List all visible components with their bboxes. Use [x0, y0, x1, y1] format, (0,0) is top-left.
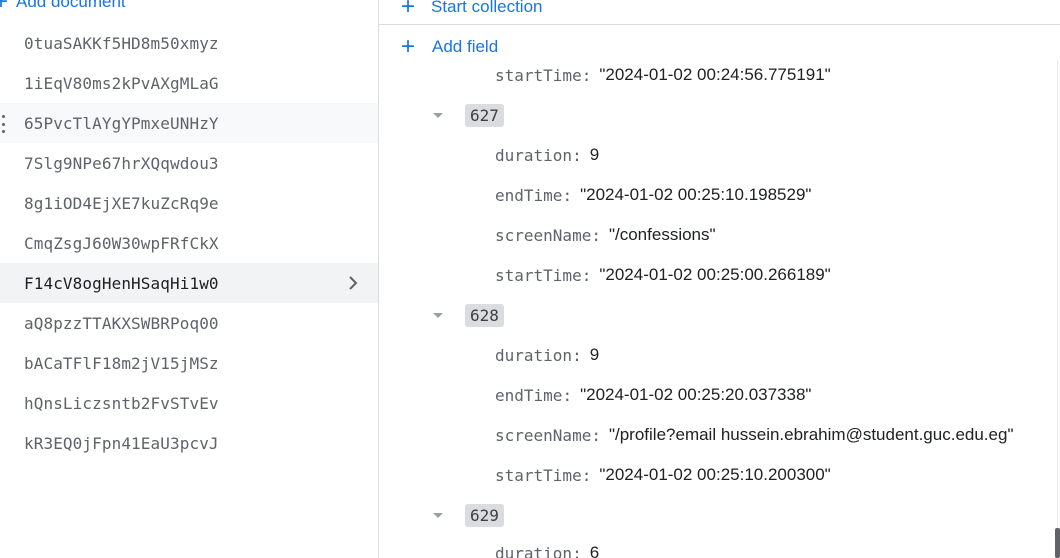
document-item-selected[interactable]: F14cV8ogHenHSaqHi1w0 — [0, 263, 378, 303]
document-id: 1iEqV80ms2kPvAXgMLaG — [24, 73, 219, 93]
document-item[interactable]: 7Slg9NPe67hrXQqwdou3 — [0, 143, 378, 183]
document-item[interactable]: 1iEqV80ms2kPvAXgMLaG — [0, 63, 378, 103]
start-collection-button[interactable]: + Start collection — [379, 0, 1060, 25]
document-item[interactable]: 8g1iOD4EjXE7kuZcRq9e — [0, 183, 378, 223]
field-key: screenName — [495, 225, 592, 245]
chevron-right-icon — [349, 276, 358, 290]
caret-down-icon[interactable] — [431, 510, 445, 520]
field-row[interactable]: startTime : "2024-01-02 00:24:56.775191" — [495, 63, 831, 87]
map-key-badge: 627 — [465, 103, 504, 127]
field-key: duration — [495, 543, 573, 558]
field-value: "2024-01-02 00:25:10.200300" — [599, 465, 831, 484]
field-key: duration — [495, 345, 573, 365]
document-id: 7Slg9NPe67hrXQqwdou3 — [24, 153, 219, 173]
field-value: 9 — [589, 145, 600, 164]
field-value: 9 — [589, 345, 600, 364]
document-item[interactable]: bACaTFlF18m2jV15jMSz — [0, 343, 378, 383]
map-group-629[interactable]: 629 — [431, 502, 504, 528]
document-item[interactable]: hQnsLiczsntb2FvSTvEv — [0, 383, 378, 423]
document-id: 8g1iOD4EjXE7kuZcRq9e — [24, 193, 219, 213]
document-item[interactable]: CmqZsgJ60W30wpFRfCkX — [0, 223, 378, 263]
document-item[interactable]: kR3EQ0jFpn41EaU3pcvJ — [0, 423, 378, 463]
map-key-badge: 628 — [465, 303, 504, 327]
more-options-icon[interactable] — [0, 115, 6, 133]
add-field-button[interactable]: + Add field — [401, 33, 498, 60]
field-key: duration — [495, 145, 573, 165]
field-value: "2024-01-02 00:25:20.037338" — [580, 385, 812, 404]
field-row[interactable]: duration : 9 — [495, 143, 599, 167]
field-row[interactable]: screenName : "/confessions" — [495, 223, 716, 247]
field-value: "2024-01-02 00:25:00.266189" — [599, 265, 831, 284]
plus-icon: + — [401, 0, 416, 20]
document-id: hQnsLiczsntb2FvSTvEv — [24, 393, 219, 413]
field-value: "2024-01-02 00:24:56.775191" — [599, 65, 831, 84]
field-row[interactable]: endTime : "2024-01-02 00:25:10.198529" — [495, 183, 811, 207]
field-value: "2024-01-02 00:25:10.198529" — [580, 185, 812, 204]
document-id: 65PvcTlAYgYPmxeUNHzY — [24, 113, 219, 133]
plus-icon: + — [401, 33, 416, 60]
document-item[interactable]: 65PvcTlAYgYPmxeUNHzY — [0, 103, 378, 143]
field-row[interactable]: endTime : "2024-01-02 00:25:20.037338" — [495, 383, 811, 407]
field-row[interactable]: startTime : "2024-01-02 00:25:10.200300" — [495, 463, 831, 487]
document-id: aQ8pzzTTAKXSWBRPoq00 — [24, 313, 219, 333]
field-key: startTime — [495, 465, 582, 485]
document-item[interactable]: aQ8pzzTTAKXSWBRPoq00 — [0, 303, 378, 343]
field-row[interactable]: duration : 9 — [495, 343, 599, 367]
fields-panel: + Start collection + Add field startTime… — [379, 0, 1060, 558]
field-row[interactable]: duration : 6 — [495, 541, 599, 558]
plus-icon: + — [0, 0, 9, 15]
field-value: 6 — [589, 543, 600, 558]
field-key: endTime — [495, 385, 563, 405]
document-id: 0tuaSAKKf5HD8m50xmyz — [24, 33, 219, 53]
field-value: "/profile?email hussein.ebrahim@student.… — [608, 425, 1014, 444]
field-row[interactable]: screenName : "/profile?email hussein.ebr… — [495, 423, 1013, 447]
field-value: "/confessions" — [608, 225, 716, 244]
map-key-badge: 629 — [465, 503, 504, 527]
field-key: screenName — [495, 425, 592, 445]
map-group-628[interactable]: 628 — [431, 302, 504, 328]
map-group-627[interactable]: 627 — [431, 102, 504, 128]
document-id: kR3EQ0jFpn41EaU3pcvJ — [24, 433, 219, 453]
document-id: F14cV8ogHenHSaqHi1w0 — [24, 273, 219, 293]
field-key: startTime — [495, 265, 582, 285]
document-item[interactable]: 0tuaSAKKf5HD8m50xmyz — [0, 23, 378, 63]
documents-panel: + Add document 0tuaSAKKf5HD8m50xmyz 1iEq… — [0, 0, 378, 558]
scrollbar-thumb[interactable] — [1055, 528, 1060, 558]
add-document-button[interactable]: + Add document — [0, 0, 126, 14]
field-key: endTime — [495, 185, 563, 205]
field-key: startTime — [495, 65, 582, 85]
document-id: CmqZsgJ60W30wpFRfCkX — [24, 233, 219, 253]
document-id: bACaTFlF18m2jV15jMSz — [24, 353, 219, 373]
field-row[interactable]: startTime : "2024-01-02 00:25:00.266189" — [495, 263, 831, 287]
scrollbar-track[interactable] — [1057, 60, 1058, 558]
caret-down-icon[interactable] — [431, 310, 445, 320]
caret-down-icon[interactable] — [431, 110, 445, 120]
